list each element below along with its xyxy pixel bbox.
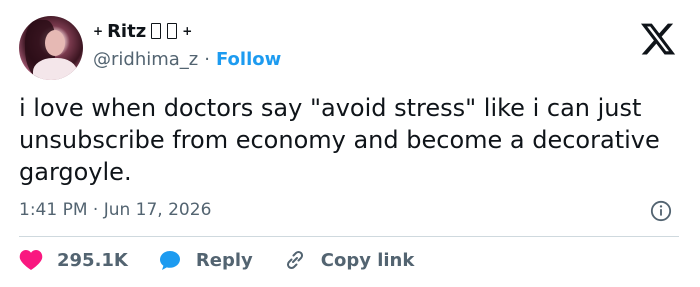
sparkle-icon: + [182, 24, 193, 38]
emoji-placeholder-icon [167, 23, 178, 39]
copy-link-label: Copy link [320, 249, 415, 271]
avatar-body [33, 58, 77, 80]
like-count: 295.1K [57, 249, 128, 271]
timestamp[interactable]: 1:41 PM · Jun 17, 2026 [19, 200, 211, 220]
divider [19, 236, 679, 237]
emoji-placeholder-icon [151, 23, 162, 39]
reply-button[interactable]: Reply [158, 248, 253, 272]
display-name-row[interactable]: + Ritz + [93, 18, 192, 44]
heart-icon [19, 250, 43, 270]
sparkle-icon: + [93, 24, 104, 38]
reply-label: Reply [195, 249, 253, 271]
display-name[interactable]: Ritz [107, 21, 146, 42]
separator-dot: · [204, 49, 210, 70]
action-bar: 295.1K Reply Copy link [19, 246, 444, 274]
tweet-text: i love when doctors say "avoid stress" l… [19, 94, 660, 186]
like-button[interactable]: 295.1K [19, 249, 128, 271]
x-logo-icon[interactable] [638, 20, 678, 58]
link-icon [286, 250, 303, 270]
follow-button[interactable]: Follow [216, 49, 281, 70]
handle-row: @ridhima_z · Follow [93, 49, 281, 70]
tweet-card: + Ritz + @ridhima_z · Follow i love when… [0, 0, 700, 287]
copy-link-button[interactable]: Copy link [283, 248, 415, 272]
info-icon[interactable] [650, 200, 672, 222]
user-handle[interactable]: @ridhima_z [93, 49, 198, 70]
avatar-face [45, 30, 65, 56]
speech-bubble-icon [159, 251, 180, 270]
avatar[interactable] [19, 16, 83, 80]
